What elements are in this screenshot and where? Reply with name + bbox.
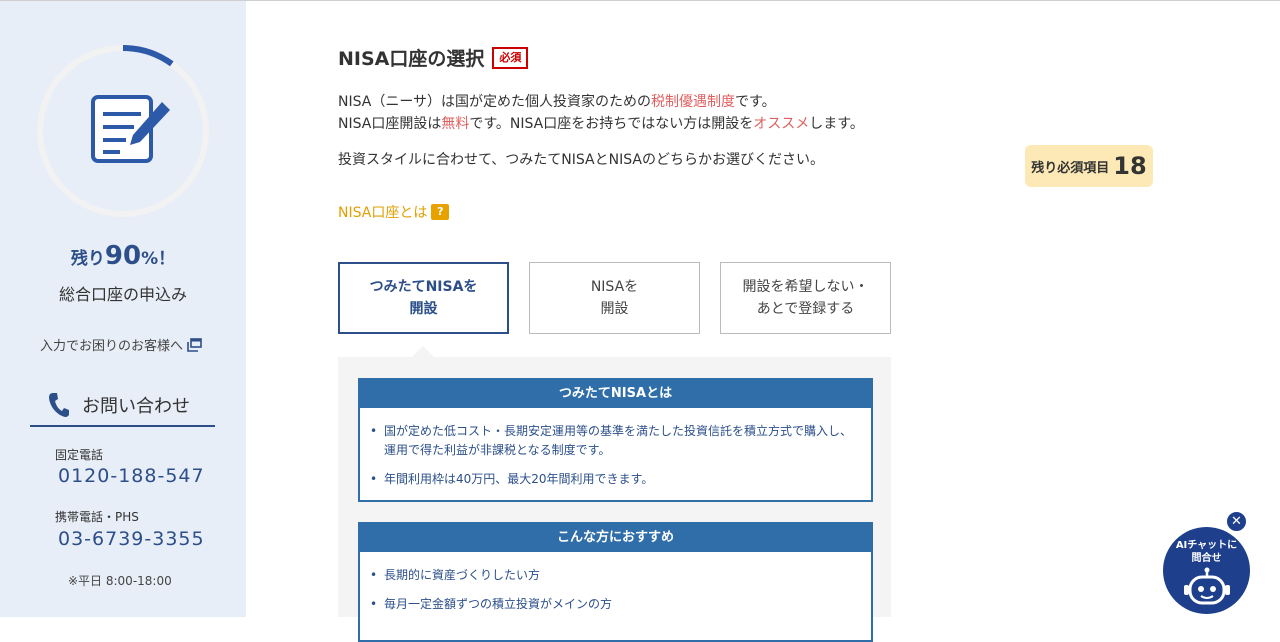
desc-text: です。NISA口座をお持ちではない方は開設を [469,116,754,132]
phone-icon [49,393,69,417]
desc-highlight: オススメ [753,116,810,132]
external-window-icon [187,337,202,352]
remaining-progress: 残り90%！ [0,241,246,271]
option-tsumitate-nisa[interactable]: つみたてNISAを 開設 [338,262,509,334]
required-badge: 必須 [492,46,529,69]
description-line-3: 投資スタイルに合わせて、つみたてNISAとNISAのどちらかお選びください。 [338,152,824,168]
application-title: 総合口座の申込み [58,285,187,304]
desc-highlight: 税制優遇制度 [651,94,736,110]
ai-chat-button[interactable]: AIチャットに 問合せ [1163,527,1250,614]
description-line-2: NISA口座開設は無料です。NISA口座をお持ちではない方は開設をオススメします… [338,113,864,135]
info-box-recommended: こんな方におすすめ 長期的に資産づくりしたい方 毎月一定金額ずつの積立投資がメイ… [358,522,873,642]
section-title-row: NISA口座の選択 必須 [338,44,529,71]
contact-title: お問い合わせ [82,396,190,417]
option-nisa[interactable]: NISAを 開設 [529,262,700,334]
option-no-nisa[interactable]: 開設を希望しない・ あとで登録する [720,262,891,334]
option-label-line2: あとで登録する [756,301,855,317]
description-line-1: NISA（ニーサ）は国が定めた個人投資家のための税制優遇制度です。 [338,91,776,113]
form-edit-icon [91,95,170,163]
remaining-percent: 90 [104,241,142,271]
help-link[interactable]: 入力でお困りのお客様へ [40,335,202,354]
option-label-line1: つみたてNISAを [369,279,478,295]
option-label-line2: 開設 [600,301,629,317]
robot-icon [1184,567,1230,605]
list-item: 国が定めた低コスト・長期安定運用等の基準を満たした投資信託を積立方式で購入し、運… [370,422,855,460]
business-hours: ※平日 8:00-18:00 [68,574,172,588]
desc-text: NISA口座開設は [338,116,442,132]
remaining-required-badge: 残り必須項目 18 [1025,145,1153,187]
info-box-title: こんな方におすすめ [360,524,871,552]
list-item: 長期的に資産づくりしたい方 [370,566,855,585]
remaining-prefix: 残り [70,249,105,269]
question-icon: ? [431,204,450,220]
desc-text: です。 [735,94,776,110]
chat-label: AIチャットに 問合せ [1163,539,1250,565]
section-title: NISA口座の選択 [338,48,485,70]
info-box-list: 国が定めた低コスト・長期安定運用等の基準を満たした投資信託を積立方式で購入し、運… [360,408,871,507]
info-box-list: 長期的に資産づくりしたい方 毎月一定金額ずつの積立投資がメインの方 [360,552,871,632]
chat-close-button[interactable]: ✕ [1225,510,1248,533]
mobile-number[interactable]: 03-6739-3355 [58,528,205,550]
sidebar: 残り90%！ 総合口座の申込み 入力でお困りのお客様へ お問い合わせ 固定電話 … [0,1,246,617]
nisa-info-link[interactable]: NISA口座とは ? [338,202,450,222]
chat-label-line1: AIチャットに [1175,540,1238,551]
option-label-line1: NISAを [590,279,639,295]
remaining-suffix: %！ [141,249,176,269]
chat-label-line2: 問合せ [1191,553,1222,564]
nisa-info-link-label: NISA口座とは [338,205,428,221]
desc-highlight: 無料 [441,116,470,132]
desc-text: します。 [809,116,864,132]
help-link-label: 入力でお困りのお客様へ [40,339,184,354]
landline-label: 固定電話 [55,448,104,462]
contact-heading: お問い合わせ [30,385,215,427]
option-label-line2: 開設 [409,301,438,317]
remaining-required-label: 残り必須項目 [1031,160,1110,176]
info-box-title: つみたてNISAとは [360,380,871,408]
landline-number[interactable]: 0120-188-547 [58,465,205,487]
list-item: 毎月一定金額ずつの積立投資がメインの方 [370,595,855,614]
list-item: 年間利用枠は40万円、最大20年間利用できます。 [370,470,855,489]
remaining-required-count: 18 [1113,152,1147,180]
desc-text: NISA（ニーサ）は国が定めた個人投資家のための [338,94,652,110]
progress-ring [37,45,209,217]
option-label-line1: 開設を希望しない・ [742,279,869,295]
info-box-about: つみたてNISAとは 国が定めた低コスト・長期安定運用等の基準を満たした投資信託… [358,378,873,502]
mobile-label: 携帯電話・PHS [55,510,139,524]
